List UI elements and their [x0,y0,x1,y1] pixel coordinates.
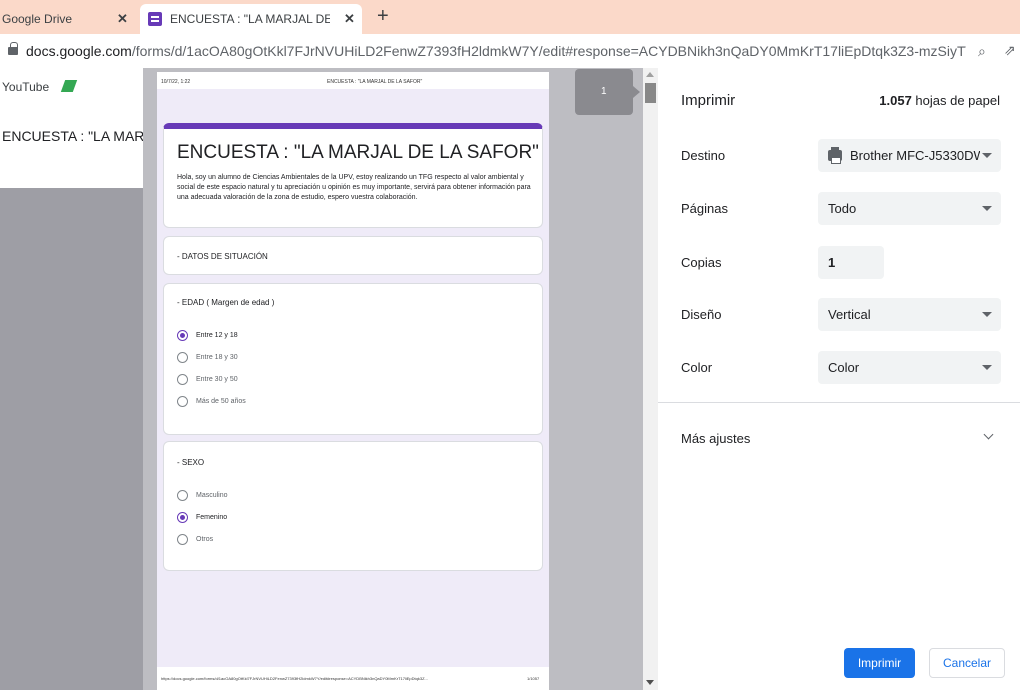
zoom-icon[interactable]: ⌕ [978,43,986,60]
radio-option: Entre 30 y 50 [177,374,238,385]
radio-icon [177,396,188,407]
radio-option: Más de 50 años [177,396,246,407]
option-label: Entre 12 y 18 [196,332,238,339]
scroll-up-icon[interactable] [646,72,654,77]
cancel-button[interactable]: Cancelar [929,648,1005,678]
radio-icon [177,490,188,501]
print-settings-panel: Imprimir 1.057 hojas de papel Destino Br… [658,68,1020,690]
address-bar: docs.google.com/forms/d/1acOA80gOtKkl7FJ… [0,34,1020,68]
destination-select[interactable]: Brother MFC-J5330DW [818,139,1001,172]
form-title: ENCUESTA : "LA MARJAL DE LA SAFOR" [177,142,539,163]
tab-title: ENCUESTA : "LA MARJAL DE LA SAFOR" [170,12,330,26]
more-settings-toggle[interactable]: Más ajustes [681,431,750,446]
radio-option: Entre 12 y 18 [177,330,238,341]
preview-page: 10/7/22, 1:22 ENCUESTA : "LA MARJAL DE L… [157,72,549,690]
option-label: Femenino [196,514,228,521]
section-label: - DATOS DE SITUACIÓN [177,252,268,261]
question-card-edad: - EDAD ( Margen de edad ) Entre 12 y 18 … [163,283,543,435]
section-card-situacion: - DATOS DE SITUACIÓN [163,236,543,275]
option-label: Masculino [196,492,228,499]
pages-select[interactable]: Todo [818,192,1001,225]
radio-icon [177,534,188,545]
printer-icon [828,147,842,164]
lock-icon[interactable] [8,42,18,55]
thumbnail-page-number: 1 [601,86,607,97]
layout-label: Diseño [681,307,722,322]
preview-header-date: 10/7/22, 1:22 [161,79,191,85]
url-field[interactable]: docs.google.com/forms/d/1acOA80gOtKkl7FJ… [26,43,966,59]
sheet-count: 1.057 hojas de papel [879,93,1000,108]
scroll-down-icon[interactable] [646,680,654,685]
radio-option: Masculino [177,490,228,501]
destination-label: Destino [681,148,726,163]
close-icon[interactable]: ✕ [117,11,128,27]
tab-strip: Google Drive ✕ ENCUESTA : "LA MARJAL DE … [0,0,1020,34]
copies-input[interactable]: 1 [818,246,884,279]
question-label: - SEXO [177,458,205,467]
background-page-dimmed [0,188,143,690]
page-thumbnail[interactable]: 1 [575,69,633,115]
radio-icon [177,352,188,363]
question-label: - EDAD ( Margen de edad ) [177,298,275,307]
option-label: Más de 50 años [196,398,246,405]
tab-encuesta[interactable]: ENCUESTA : "LA MARJAL DE LA SAFOR" ✕ [140,4,362,34]
option-label: Otros [196,536,214,543]
url-host: docs.google.com [26,43,132,59]
sheet-count-suffix: hojas de papel [911,93,1000,108]
chevron-down-icon [982,312,992,317]
scroll-thumb[interactable] [645,83,656,103]
background-page: ENCUESTA : "LA MARJAL DE LA SAFOR" [0,108,269,188]
divider [658,402,1020,403]
layout-value: Vertical [828,307,871,322]
chevron-down-icon [982,206,992,211]
close-icon[interactable]: ✕ [344,11,355,27]
radio-selected-icon [177,330,188,341]
radio-icon [177,374,188,385]
form-header-card: ENCUESTA : "LA MARJAL DE LA SAFOR" Hola,… [163,123,543,228]
print-title: Imprimir [681,92,736,109]
new-tab-button[interactable]: + [377,5,389,28]
layout-select[interactable]: Vertical [818,298,1001,331]
thumbnail-pointer-icon [633,86,640,98]
option-label: Entre 18 y 30 [196,354,238,361]
color-select[interactable]: Color [818,351,1001,384]
radio-option: Femenino [177,512,227,523]
radio-selected-icon [177,512,188,523]
bookmarks-bar: YouTube [0,68,143,108]
question-card-sexo: - SEXO Masculino Femenino Otros [163,441,543,571]
print-button[interactable]: Imprimir [844,648,915,678]
bookmark-youtube[interactable]: YouTube [2,80,49,94]
bookmark-icon[interactable] [60,80,78,92]
preview-header-title: ENCUESTA : "LA MARJAL DE LA SAFOR" [327,79,423,85]
color-label: Color [681,360,713,375]
option-label: Entre 30 y 50 [196,376,238,383]
pages-value: Todo [828,201,857,216]
chevron-down-icon[interactable] [983,429,994,440]
url-path: /forms/d/1acOA80gOtKkl7FJrNVUHiLD2FenwZ7… [131,43,966,59]
chevron-down-icon [982,153,992,158]
tab-google-drive[interactable]: Google Drive ✕ [0,4,140,34]
copies-label: Copias [681,255,722,270]
forms-icon [148,12,162,26]
pages-label: Páginas [681,201,728,216]
sheet-count-number: 1.057 [879,93,912,108]
color-value: Color [828,360,860,375]
preview-footer-page: 1/1057 [527,676,540,681]
preview-footer-url: https://docs.google.com/forms/d/1acOA80g… [161,676,428,681]
share-icon[interactable]: ⇗ [1004,42,1016,59]
radio-option: Entre 18 y 30 [177,352,238,363]
preview-scrollbar[interactable] [643,68,658,690]
destination-value: Brother MFC-J5330DW [850,148,980,163]
chevron-down-icon [982,365,992,370]
form-description: Hola, soy un alumno de Ciencias Ambienta… [177,174,531,201]
radio-option: Otros [177,534,213,545]
tab-title: Google Drive [2,12,73,26]
